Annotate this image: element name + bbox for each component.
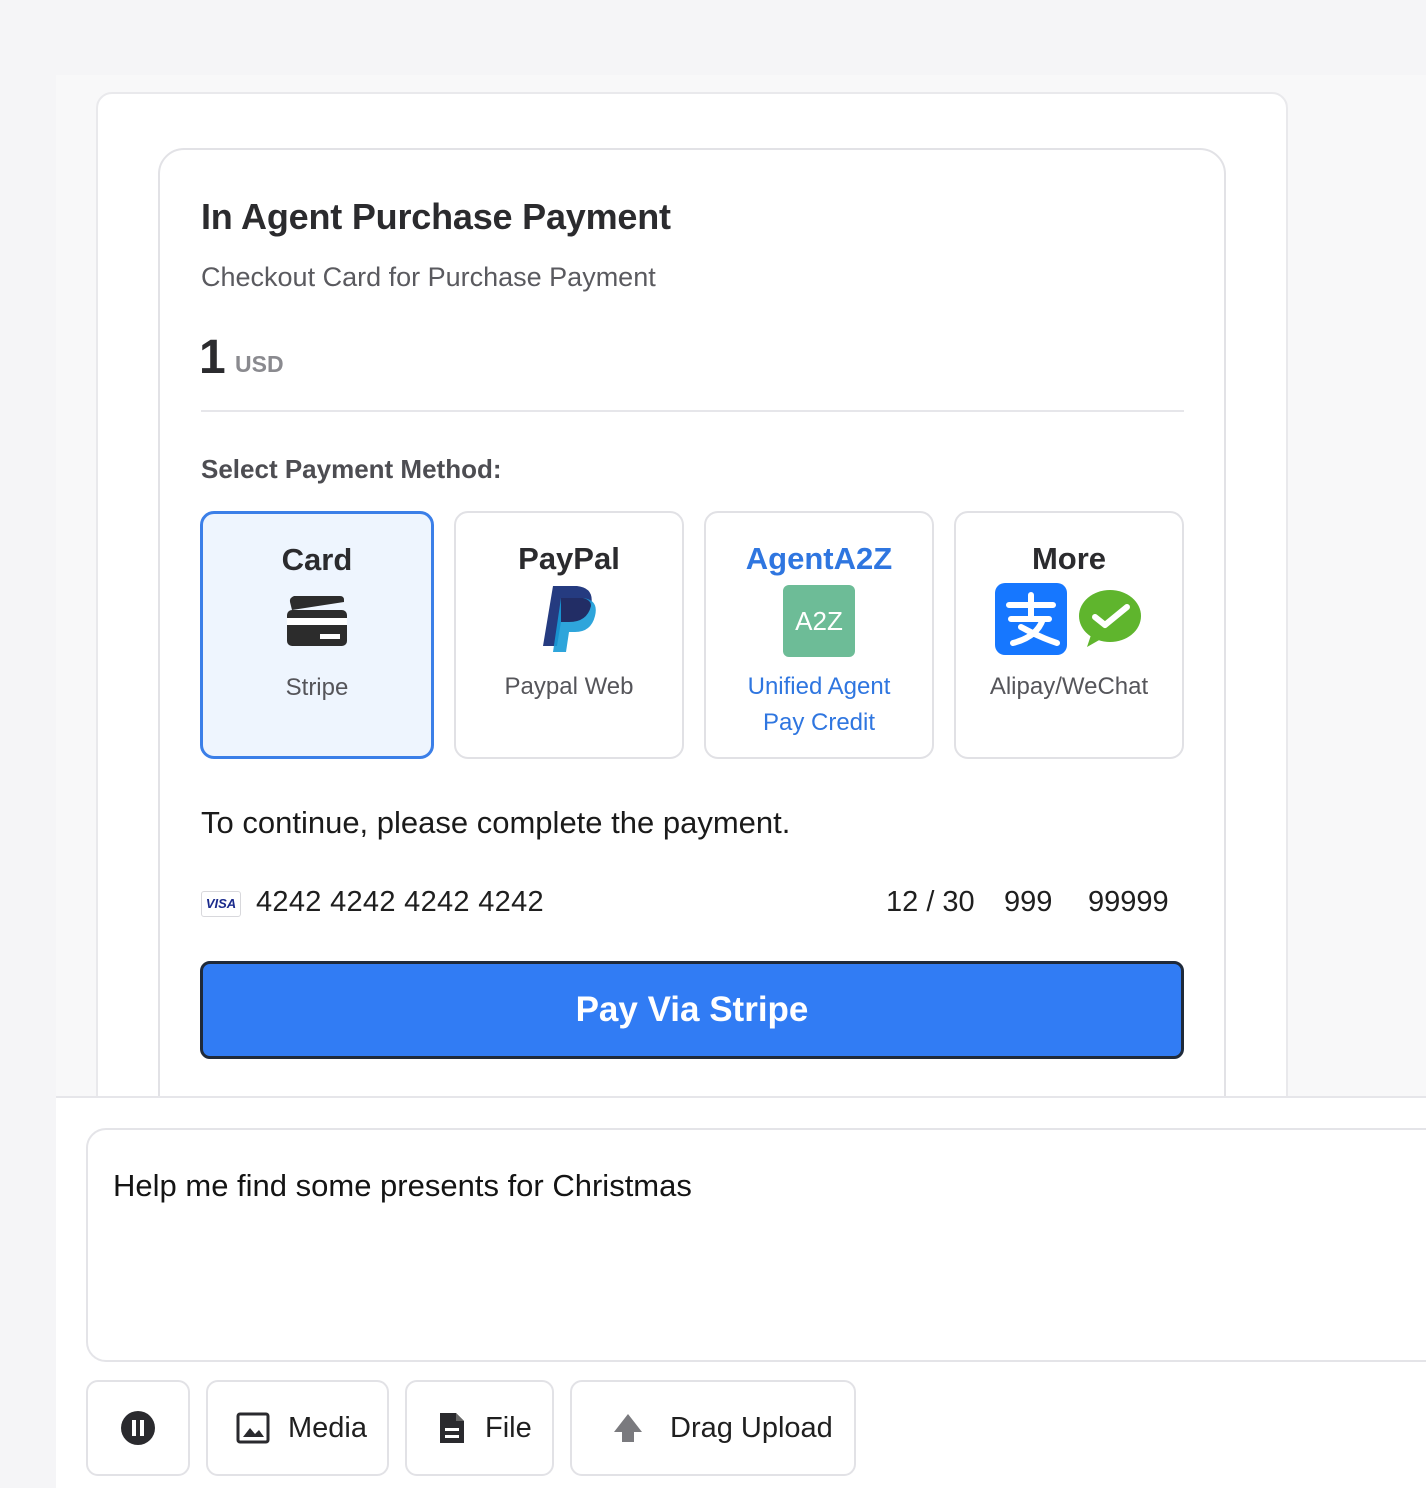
payment-amount: 1 [199, 331, 226, 384]
method-paypal-option[interactable]: PayPal Paypal Web [454, 511, 684, 759]
pause-icon [120, 1410, 156, 1446]
credit-card-icon [284, 592, 350, 653]
method-agenta2z-subtitle: Unified Agent Pay Credit [747, 673, 891, 736]
card-cvc-field[interactable]: 999 [1004, 886, 1052, 919]
method-agenta2z-option[interactable]: AgentA2Z A2Z Unified Agent Pay Credit [704, 511, 934, 759]
visa-icon: VISA [201, 891, 241, 917]
top-strip [0, 0, 1426, 75]
file-icon [437, 1410, 467, 1446]
file-button[interactable]: File [405, 1380, 554, 1476]
method-card-title: Card [281, 542, 353, 577]
wechat-pay-icon [1077, 589, 1143, 654]
payment-method-heading: Select Payment Method: [201, 454, 502, 484]
method-more-title: More [1031, 541, 1107, 576]
upload-arrow-icon [612, 1412, 644, 1444]
card-details-row: VISA 4242 4242 4242 4242 12 / 30 999 999… [201, 884, 1184, 924]
media-button[interactable]: Media [206, 1380, 389, 1476]
drag-upload-button-label: Drag Upload [670, 1411, 833, 1444]
pay-via-stripe-button[interactable]: Pay Via Stripe [200, 961, 1184, 1059]
alipay-icon [995, 582, 1067, 660]
card-number-field[interactable]: 4242 4242 4242 4242 [256, 886, 544, 919]
payment-subtitle: Checkout Card for Purchase Payment [201, 262, 656, 292]
message-input-text: Help me find some presents for Christmas [113, 1168, 692, 1203]
file-button-label: File [485, 1411, 532, 1444]
card-expiry-field[interactable]: 12 / 30 [886, 886, 975, 919]
payment-title: In Agent Purchase Payment [201, 196, 671, 237]
method-paypal-title: PayPal [518, 541, 620, 576]
method-more-option[interactable]: More Alipay/WeChat [954, 511, 1184, 759]
method-more-subtitle: Alipay/WeChat [989, 673, 1149, 700]
method-paypal-subtitle: Paypal Web [504, 673, 634, 700]
payment-currency: USD [235, 351, 284, 377]
method-card-subtitle: Stripe [285, 674, 349, 701]
image-icon [236, 1412, 270, 1444]
agenta2z-icon: A2Z [783, 585, 855, 657]
paypal-icon [539, 584, 599, 659]
payment-instruction: To continue, please complete the payment… [201, 805, 791, 840]
method-card-option[interactable]: Card Stripe [200, 511, 434, 759]
drag-upload-button[interactable]: Drag Upload [570, 1380, 856, 1476]
method-agenta2z-title: AgentA2Z [745, 541, 893, 576]
divider [201, 410, 1184, 412]
message-input[interactable] [86, 1128, 1426, 1362]
media-button-label: Media [288, 1411, 367, 1444]
pause-button[interactable] [86, 1380, 190, 1476]
card-zip-field[interactable]: 99999 [1088, 886, 1169, 919]
